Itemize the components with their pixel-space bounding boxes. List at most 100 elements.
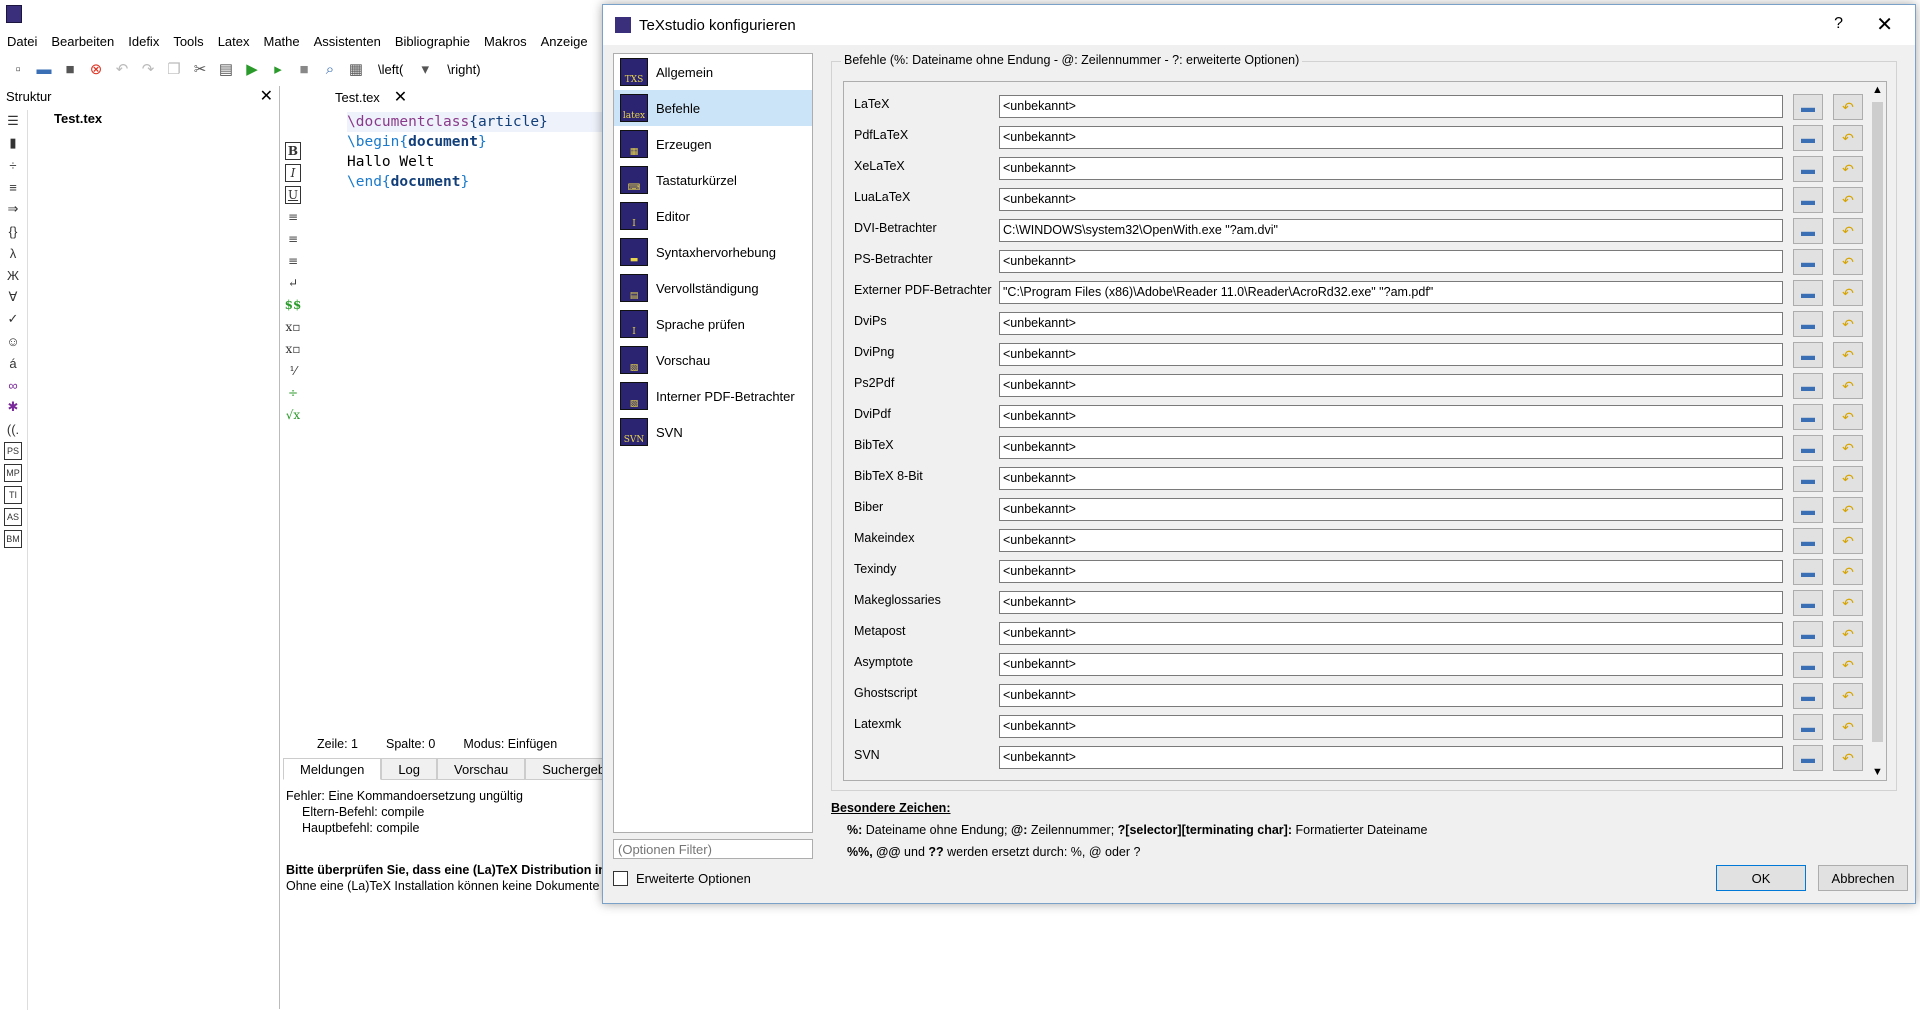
reset-button[interactable]: ↶ — [1833, 714, 1863, 740]
forall-icon[interactable]: ∀ — [4, 288, 22, 306]
new-file-icon[interactable]: ▫ — [8, 59, 28, 79]
scroll-down-icon[interactable]: ▼ — [1872, 766, 1883, 778]
close-document-icon[interactable]: ⊗ — [86, 59, 106, 79]
align-right-icon[interactable]: ≡ — [285, 252, 301, 270]
select-file-button[interactable]: ▬ — [1793, 404, 1823, 430]
reset-button[interactable]: ↶ — [1833, 559, 1863, 585]
select-file-button[interactable]: ▬ — [1793, 497, 1823, 523]
select-file-button[interactable]: ▬ — [1793, 249, 1823, 275]
select-file-button[interactable]: ▬ — [1793, 590, 1823, 616]
menu-mathe[interactable]: Mathe — [257, 34, 307, 49]
left-delimiter-select[interactable]: \left( — [372, 62, 409, 77]
close-tab-icon[interactable]: ✕ — [394, 87, 407, 107]
close-icon[interactable]: ✕ — [1876, 12, 1893, 37]
command-input[interactable]: <unbekannt> — [999, 715, 1783, 738]
math-mode-icon[interactable]: $$ — [285, 296, 302, 314]
beamer-icon[interactable]: BM — [4, 530, 22, 548]
fraction-icon[interactable]: ⅟ — [285, 362, 301, 380]
select-file-button[interactable]: ▬ — [1793, 528, 1823, 554]
reset-button[interactable]: ↶ — [1833, 466, 1863, 492]
metapost-icon[interactable]: MP — [4, 464, 22, 482]
checkbox-box[interactable] — [613, 871, 628, 886]
redo-icon[interactable]: ↷ — [138, 59, 158, 79]
reset-button[interactable]: ↶ — [1833, 404, 1863, 430]
category-tastaturkuerzel[interactable]: ⌨ Tastaturkürzel — [614, 162, 812, 198]
scroll-up-icon[interactable]: ▲ — [1872, 84, 1883, 96]
menu-tools[interactable]: Tools — [166, 34, 210, 49]
reset-button[interactable]: ↶ — [1833, 156, 1863, 182]
right-delimiter-select[interactable]: \right) — [441, 62, 486, 77]
command-input[interactable]: <unbekannt> — [999, 746, 1783, 769]
accent-icon[interactable]: á — [4, 354, 22, 372]
delimiters-icon[interactable]: {} — [4, 222, 22, 240]
scrollbar-thumb[interactable] — [1872, 102, 1883, 742]
category-erzeugen[interactable]: ▦ Erzeugen — [614, 126, 812, 162]
special-char-icon[interactable]: ✱ — [4, 398, 22, 416]
select-file-button[interactable]: ▬ — [1793, 280, 1823, 306]
select-file-button[interactable]: ▬ — [1793, 311, 1823, 337]
reset-button[interactable]: ↶ — [1833, 373, 1863, 399]
select-file-button[interactable]: ▬ — [1793, 218, 1823, 244]
vertical-scrollbar[interactable]: ▲ ▼ — [1869, 82, 1886, 780]
reset-button[interactable]: ↶ — [1833, 342, 1863, 368]
command-input[interactable]: <unbekannt> — [999, 529, 1783, 552]
reset-button[interactable]: ↶ — [1833, 94, 1863, 120]
cut-icon[interactable]: ✂ — [190, 59, 210, 79]
pstricks-icon[interactable]: PS — [4, 442, 22, 460]
menu-anzeige[interactable]: Anzeige — [534, 34, 595, 49]
select-file-button[interactable]: ▬ — [1793, 714, 1823, 740]
reset-button[interactable]: ↶ — [1833, 528, 1863, 554]
select-file-button[interactable]: ▬ — [1793, 94, 1823, 120]
select-file-button[interactable]: ▬ — [1793, 683, 1823, 709]
structure-file-node[interactable]: Test.tex — [54, 111, 102, 126]
select-file-button[interactable]: ▬ — [1793, 621, 1823, 647]
category-sprache-pruefen[interactable]: I Sprache prüfen — [614, 306, 812, 342]
copy-icon[interactable]: ❐ — [164, 59, 184, 79]
save-icon[interactable]: ■ — [60, 59, 80, 79]
reset-button[interactable]: ↶ — [1833, 683, 1863, 709]
undo-icon[interactable]: ↶ — [112, 59, 132, 79]
select-file-button[interactable]: ▬ — [1793, 745, 1823, 771]
greek-icon[interactable]: λ — [4, 244, 22, 262]
open-file-icon[interactable]: ▬ — [34, 59, 54, 79]
category-interner-pdf-betrachter[interactable]: ▧ Interner PDF-Betrachter — [614, 378, 812, 414]
reset-button[interactable]: ↶ — [1833, 187, 1863, 213]
reset-button[interactable]: ↶ — [1833, 218, 1863, 244]
options-filter-input[interactable] — [613, 839, 813, 859]
menu-latex[interactable]: Latex — [211, 34, 257, 49]
reset-button[interactable]: ↶ — [1833, 745, 1863, 771]
command-input[interactable]: <unbekannt> — [999, 250, 1783, 273]
command-input[interactable]: <unbekannt> — [999, 498, 1783, 521]
reset-button[interactable]: ↶ — [1833, 497, 1863, 523]
asymptote-icon[interactable]: AS — [4, 508, 22, 526]
select-file-button[interactable]: ▬ — [1793, 373, 1823, 399]
command-input[interactable]: <unbekannt> — [999, 560, 1783, 583]
category-befehle[interactable]: latex Befehle — [614, 90, 812, 126]
category-syntaxhervorhebung[interactable]: ▬ Syntaxhervorhebung — [614, 234, 812, 270]
superscript-icon[interactable]: x▫ — [285, 340, 301, 358]
view-icon[interactable]: ⌕ — [320, 59, 340, 79]
chevron-down-icon[interactable]: ▾ — [415, 59, 435, 79]
close-icon[interactable]: ✕ — [260, 86, 273, 106]
bold-icon[interactable]: B — [285, 142, 301, 160]
reset-button[interactable]: ↶ — [1833, 280, 1863, 306]
select-file-button[interactable]: ▬ — [1793, 559, 1823, 585]
category-allgemein[interactable]: TXS Allgemein — [614, 54, 812, 90]
command-input[interactable]: <unbekannt> — [999, 126, 1783, 149]
reset-button[interactable]: ↶ — [1833, 621, 1863, 647]
command-input[interactable]: <unbekannt> — [999, 374, 1783, 397]
brackets-icon[interactable]: ((. — [4, 420, 22, 438]
structure-icon[interactable]: ☰ — [4, 112, 22, 130]
select-file-button[interactable]: ▬ — [1793, 187, 1823, 213]
tikz-icon[interactable]: TI — [4, 486, 22, 504]
select-file-button[interactable]: ▬ — [1793, 435, 1823, 461]
select-file-button[interactable]: ▬ — [1793, 125, 1823, 151]
cancel-button[interactable]: Abbrechen — [1818, 865, 1908, 891]
align-left-icon[interactable]: ≡ — [285, 208, 301, 226]
cyrillic-icon[interactable]: Ж — [4, 266, 22, 284]
log-icon[interactable]: ▦ — [346, 59, 366, 79]
select-file-button[interactable]: ▬ — [1793, 342, 1823, 368]
arrows-icon[interactable]: ⇒ — [4, 200, 22, 218]
command-input[interactable]: <unbekannt> — [999, 95, 1783, 118]
tab-test-tex[interactable]: Test.tex ✕ — [303, 86, 418, 108]
